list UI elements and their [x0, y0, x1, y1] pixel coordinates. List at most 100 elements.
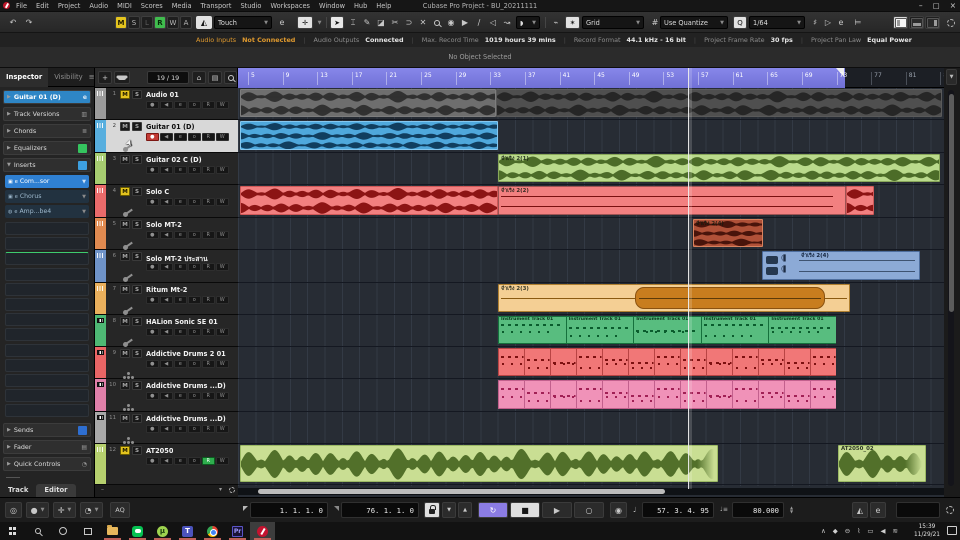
freeze-button[interactable]: o — [188, 425, 201, 433]
record-button[interactable]: ○ — [574, 502, 604, 518]
menu-scores[interactable]: Scores — [141, 2, 163, 10]
midi-part-segment[interactable] — [706, 348, 733, 376]
midi-part-segment[interactable] — [550, 348, 577, 376]
edit-channel-button[interactable]: e — [174, 360, 187, 368]
audio-event[interactable]: AT2050_02 — [838, 445, 926, 482]
solo-button[interactable]: S — [132, 122, 142, 131]
monitor-button[interactable]: ◀ — [160, 101, 173, 109]
midi-part-segment[interactable] — [680, 380, 707, 409]
menu-file[interactable]: File — [16, 2, 27, 10]
ruler-options-icon[interactable]: ▼ — [946, 69, 957, 85]
mute-button[interactable]: M — [120, 187, 130, 196]
track-lane-4[interactable]: จำเริง 2(2) — [238, 185, 944, 218]
audio-event[interactable] — [240, 89, 496, 117]
midi-part-segment[interactable] — [732, 380, 759, 409]
write-automation-button[interactable]: W — [216, 360, 229, 368]
midi-part[interactable]: Instrument Track 01 Instrument Track 01 In… — [498, 316, 836, 344]
edit-channel-button[interactable]: e — [174, 392, 187, 400]
zoom-tool[interactable] — [430, 16, 444, 29]
record-enable-button[interactable]: ● — [146, 296, 159, 304]
menu-media[interactable]: Media — [172, 2, 192, 10]
section-sends[interactable]: ▶ Sends — [3, 423, 91, 437]
taskbar-clock[interactable]: 15:39 11/29/21 — [914, 523, 940, 539]
monitor-button[interactable]: ◀ — [160, 296, 173, 304]
vertical-scrollbar[interactable] — [948, 90, 954, 486]
undo-icon[interactable]: ↶ — [6, 16, 20, 29]
line-app-icon[interactable] — [125, 522, 150, 540]
stop-button[interactable]: ■ — [510, 502, 540, 518]
write-automation-button[interactable]: W — [216, 231, 229, 239]
solo-button[interactable]: S — [132, 349, 142, 358]
file-explorer-icon[interactable] — [100, 522, 125, 540]
read-automation-button[interactable]: R — [202, 296, 215, 304]
midi-part-segment[interactable] — [498, 380, 525, 409]
teams-icon[interactable]: T — [175, 522, 200, 540]
write-automation-button[interactable]: W — [216, 198, 229, 206]
object-selection-tool[interactable]: ➤ — [330, 16, 344, 29]
midi-part-segment[interactable] — [758, 348, 785, 376]
read-automation-button[interactable]: R — [202, 198, 215, 206]
record-mode-select[interactable]: ● ▼ — [26, 502, 49, 518]
record-enable-button[interactable]: ● — [146, 328, 159, 336]
automation-s-button[interactable]: S — [128, 16, 140, 29]
freeze-button[interactable]: o — [188, 392, 201, 400]
start-button[interactable] — [0, 522, 25, 540]
action-center-icon[interactable] — [947, 526, 957, 535]
edit-channel-button[interactable]: e — [174, 101, 187, 109]
event-display[interactable]: จำเริง 2(1) จำเริง 2(2) จำเริง 2(4) (▌ (▌ จำเ… — [238, 88, 944, 486]
audio-event[interactable]: จำเริง 2(4) — [693, 219, 763, 247]
toolbar-setup-gear-icon[interactable] — [944, 16, 958, 29]
mute-button[interactable]: M — [120, 155, 130, 164]
iterative-quantize-icon[interactable]: ♯ — [808, 16, 822, 29]
edit-channel-button[interactable]: e — [174, 231, 187, 239]
inspector-track-header[interactable]: ▶ Guitar 01 (D) e — [3, 90, 91, 104]
freeze-button[interactable]: o — [188, 101, 201, 109]
color-menu-select[interactable]: ◗ ▼ — [516, 16, 540, 29]
record-enable-button[interactable]: ● — [146, 360, 159, 368]
read-automation-button[interactable]: R — [202, 231, 215, 239]
solo-button[interactable]: S — [132, 187, 142, 196]
edit-channel-button[interactable]: e — [174, 198, 187, 206]
record-enable-button[interactable]: ● — [146, 166, 159, 174]
midi-part-segment[interactable] — [576, 380, 603, 409]
menu-studio[interactable]: Studio — [240, 2, 261, 10]
mute-button[interactable]: M — [120, 252, 130, 261]
read-automation-button[interactable]: R — [202, 392, 215, 400]
snap-type-icon[interactable]: ✶ — [565, 16, 580, 29]
marker-display[interactable] — [896, 502, 940, 518]
write-automation-button[interactable]: W — [216, 392, 229, 400]
insert-slot-empty[interactable] — [5, 343, 89, 357]
edit-channel-button[interactable]: e — [174, 425, 187, 433]
section-chords[interactable]: ▶ Chords ≣ — [3, 124, 91, 138]
midi-part-segment[interactable] — [498, 348, 525, 376]
read-automation-button[interactable]: R — [202, 360, 215, 368]
audio-event[interactable] — [240, 121, 498, 150]
tray-display-icon[interactable]: ▭ — [867, 527, 873, 535]
edit-channel-button[interactable]: e — [174, 263, 187, 271]
quantize-apply-icon[interactable]: ▷ — [821, 16, 835, 29]
track-lane-8[interactable]: Instrument Track 01 Instrument Track 01 In… — [238, 315, 944, 347]
track-header-2[interactable]: 2 M S Guitar 01 (D) ● ◀ e o R W — [95, 120, 238, 153]
snap-type-select[interactable]: Grid ▼ — [582, 16, 644, 29]
minimize-button[interactable]: – — [919, 1, 923, 10]
tempo-display[interactable]: 80.000 — [732, 502, 784, 518]
track-header-5[interactable]: 5 M S Solo MT-2 ● ◀ e o R W — [95, 218, 238, 250]
automation-mode-select[interactable]: Touch ▼ — [214, 16, 272, 29]
audio-event[interactable] — [496, 89, 942, 117]
quantize-value-select[interactable]: 1/64 ▼ — [749, 16, 805, 29]
project-cursor[interactable] — [688, 68, 692, 489]
write-automation-button[interactable]: W — [216, 166, 229, 174]
midi-part-segment[interactable] — [654, 348, 681, 376]
freeze-button[interactable]: o — [188, 457, 201, 465]
menu-window[interactable]: Window — [319, 2, 345, 10]
mute-tool[interactable]: ✕ — [416, 16, 430, 29]
record-enable-button[interactable]: ● — [146, 133, 159, 141]
mute-button[interactable]: M — [120, 414, 130, 423]
tray-expand-icon[interactable]: ∧ — [821, 527, 826, 535]
track-lane-2[interactable] — [238, 120, 944, 153]
punch-out-icon[interactable]: ▲ — [458, 502, 472, 518]
midi-part-segment[interactable] — [732, 348, 759, 376]
freeze-button[interactable]: o — [188, 296, 201, 304]
edit-channel-button[interactable]: e — [174, 166, 187, 174]
transport-gear-icon[interactable] — [946, 506, 954, 516]
